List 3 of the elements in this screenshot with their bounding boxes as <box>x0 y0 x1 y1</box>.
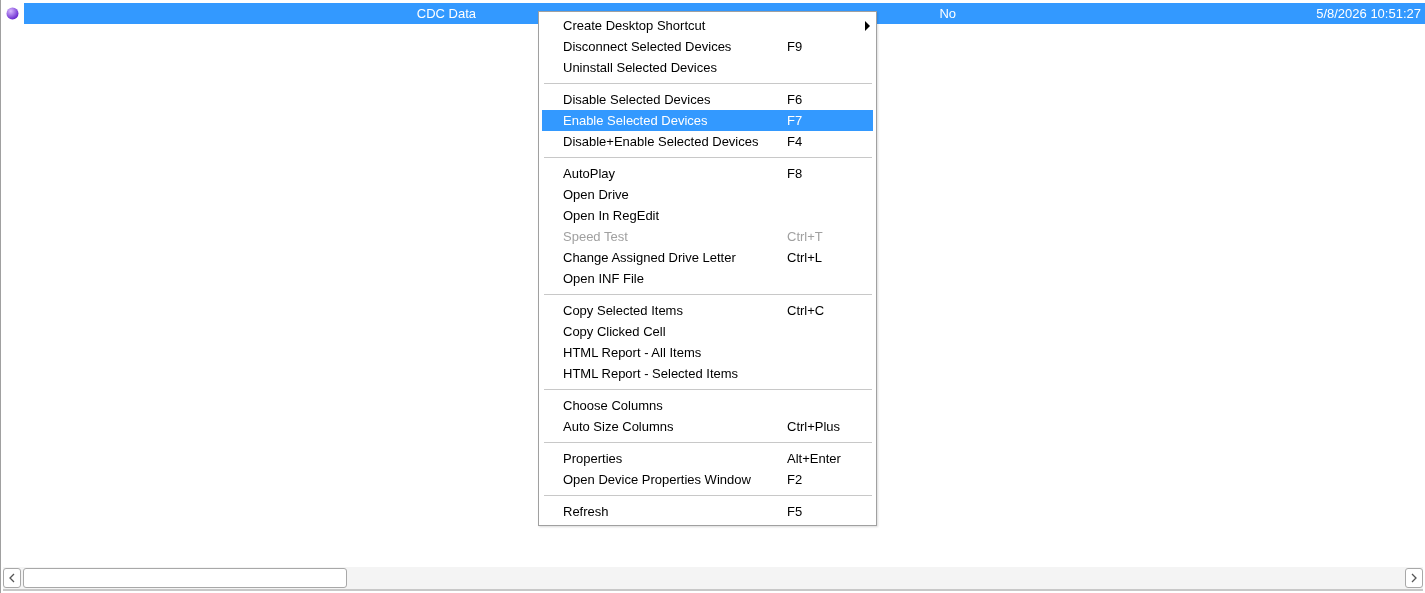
table-cell: No <box>939 5 956 21</box>
table-cell: 5/8/2026 10:51:27 <box>1316 5 1421 21</box>
table-cell: CDC Data <box>416 5 476 21</box>
